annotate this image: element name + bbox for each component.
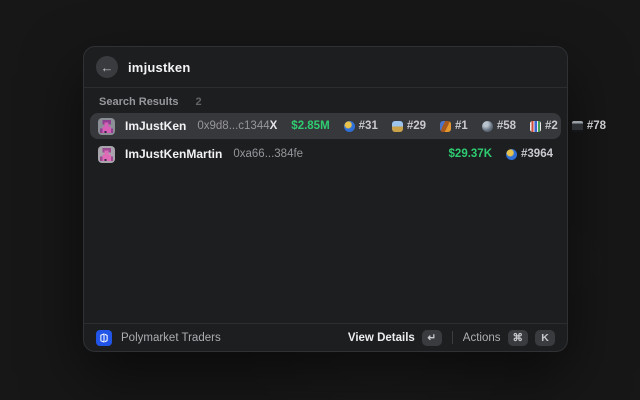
enter-key-icon: ↵: [422, 330, 442, 346]
rank-number: #1: [455, 120, 468, 132]
app-name: Polymarket Traders: [121, 332, 221, 344]
volume-value: $2.85M: [291, 120, 329, 132]
results-label: Search Results: [99, 96, 178, 108]
wallet-address: 0xa66...384fe: [233, 148, 303, 160]
wallet-address: 0x9d8...c1344: [197, 120, 269, 132]
laptop-icon: [572, 121, 583, 132]
results-list: ImJustKen 0x9d8...c1344X $2.85M #31 #29 #1 #58…: [84, 112, 567, 169]
x-twitter-icon: X: [270, 120, 278, 132]
trader-name: ImJustKen: [125, 119, 186, 133]
empty-content-area: [84, 169, 567, 323]
result-row[interactable]: ImJustKen 0x9d8...c1344X $2.85M #31 #29 #1 #58…: [90, 113, 561, 139]
rank-number: #78: [587, 120, 606, 132]
rank-number: #31: [359, 120, 378, 132]
globe-icon: [344, 121, 355, 132]
sphere-icon: [482, 121, 493, 132]
search-input[interactable]: imjustken: [128, 60, 190, 75]
avatar: [98, 146, 115, 163]
volume-value: $29.37K: [449, 148, 492, 160]
torch-icon: [440, 121, 451, 132]
command-palette-window: ← imjustken Search Results 2 ImJustKen 0x…: [83, 46, 568, 352]
results-header: Search Results 2: [84, 88, 567, 112]
back-arrow-icon: ←: [101, 61, 114, 74]
back-button[interactable]: ←: [96, 56, 118, 78]
rank-number: #3964: [521, 148, 553, 160]
rank-badge: #58: [482, 120, 516, 132]
result-row[interactable]: ImJustKenMartin 0xa66...384fe $29.37K #3964: [90, 141, 561, 167]
actions-shortcut-keys: ⌘K: [501, 330, 556, 346]
row-stats: X $2.85M #31 #29 #1 #58 #2 #78: [270, 120, 606, 132]
footer-bar: Polymarket Traders View Details ↵ Action…: [84, 323, 567, 351]
rank-number: #29: [407, 120, 426, 132]
rank-badge: #2: [530, 120, 558, 132]
actions-button[interactable]: Actions: [463, 332, 501, 344]
rank-badge: #3964: [506, 148, 553, 160]
footer-divider: [452, 331, 453, 344]
avatar: [98, 118, 115, 135]
rank-badge: #31: [344, 120, 378, 132]
rank-badge: #78: [572, 120, 606, 132]
globe-icon: [506, 149, 517, 160]
polymarket-logo-icon: [96, 330, 112, 346]
rank-number: #58: [497, 120, 516, 132]
command-key-icon: ⌘: [508, 330, 529, 346]
search-bar: ← imjustken: [84, 47, 567, 88]
trader-name: ImJustKenMartin: [125, 147, 222, 161]
rank-badge: #29: [392, 120, 426, 132]
results-count: 2: [195, 96, 201, 108]
view-details-button[interactable]: View Details: [348, 332, 415, 344]
box-icon: [392, 121, 403, 132]
footer-actions: View Details ↵ Actions ⌘K: [348, 330, 555, 346]
row-stats: $29.37K #3964: [449, 148, 553, 160]
chart-icon: [530, 121, 541, 132]
k-key-icon: K: [535, 330, 555, 346]
desktop-background: ← imjustken Search Results 2 ImJustKen 0x…: [0, 0, 640, 400]
rank-number: #2: [545, 120, 558, 132]
rank-badge: #1: [440, 120, 468, 132]
